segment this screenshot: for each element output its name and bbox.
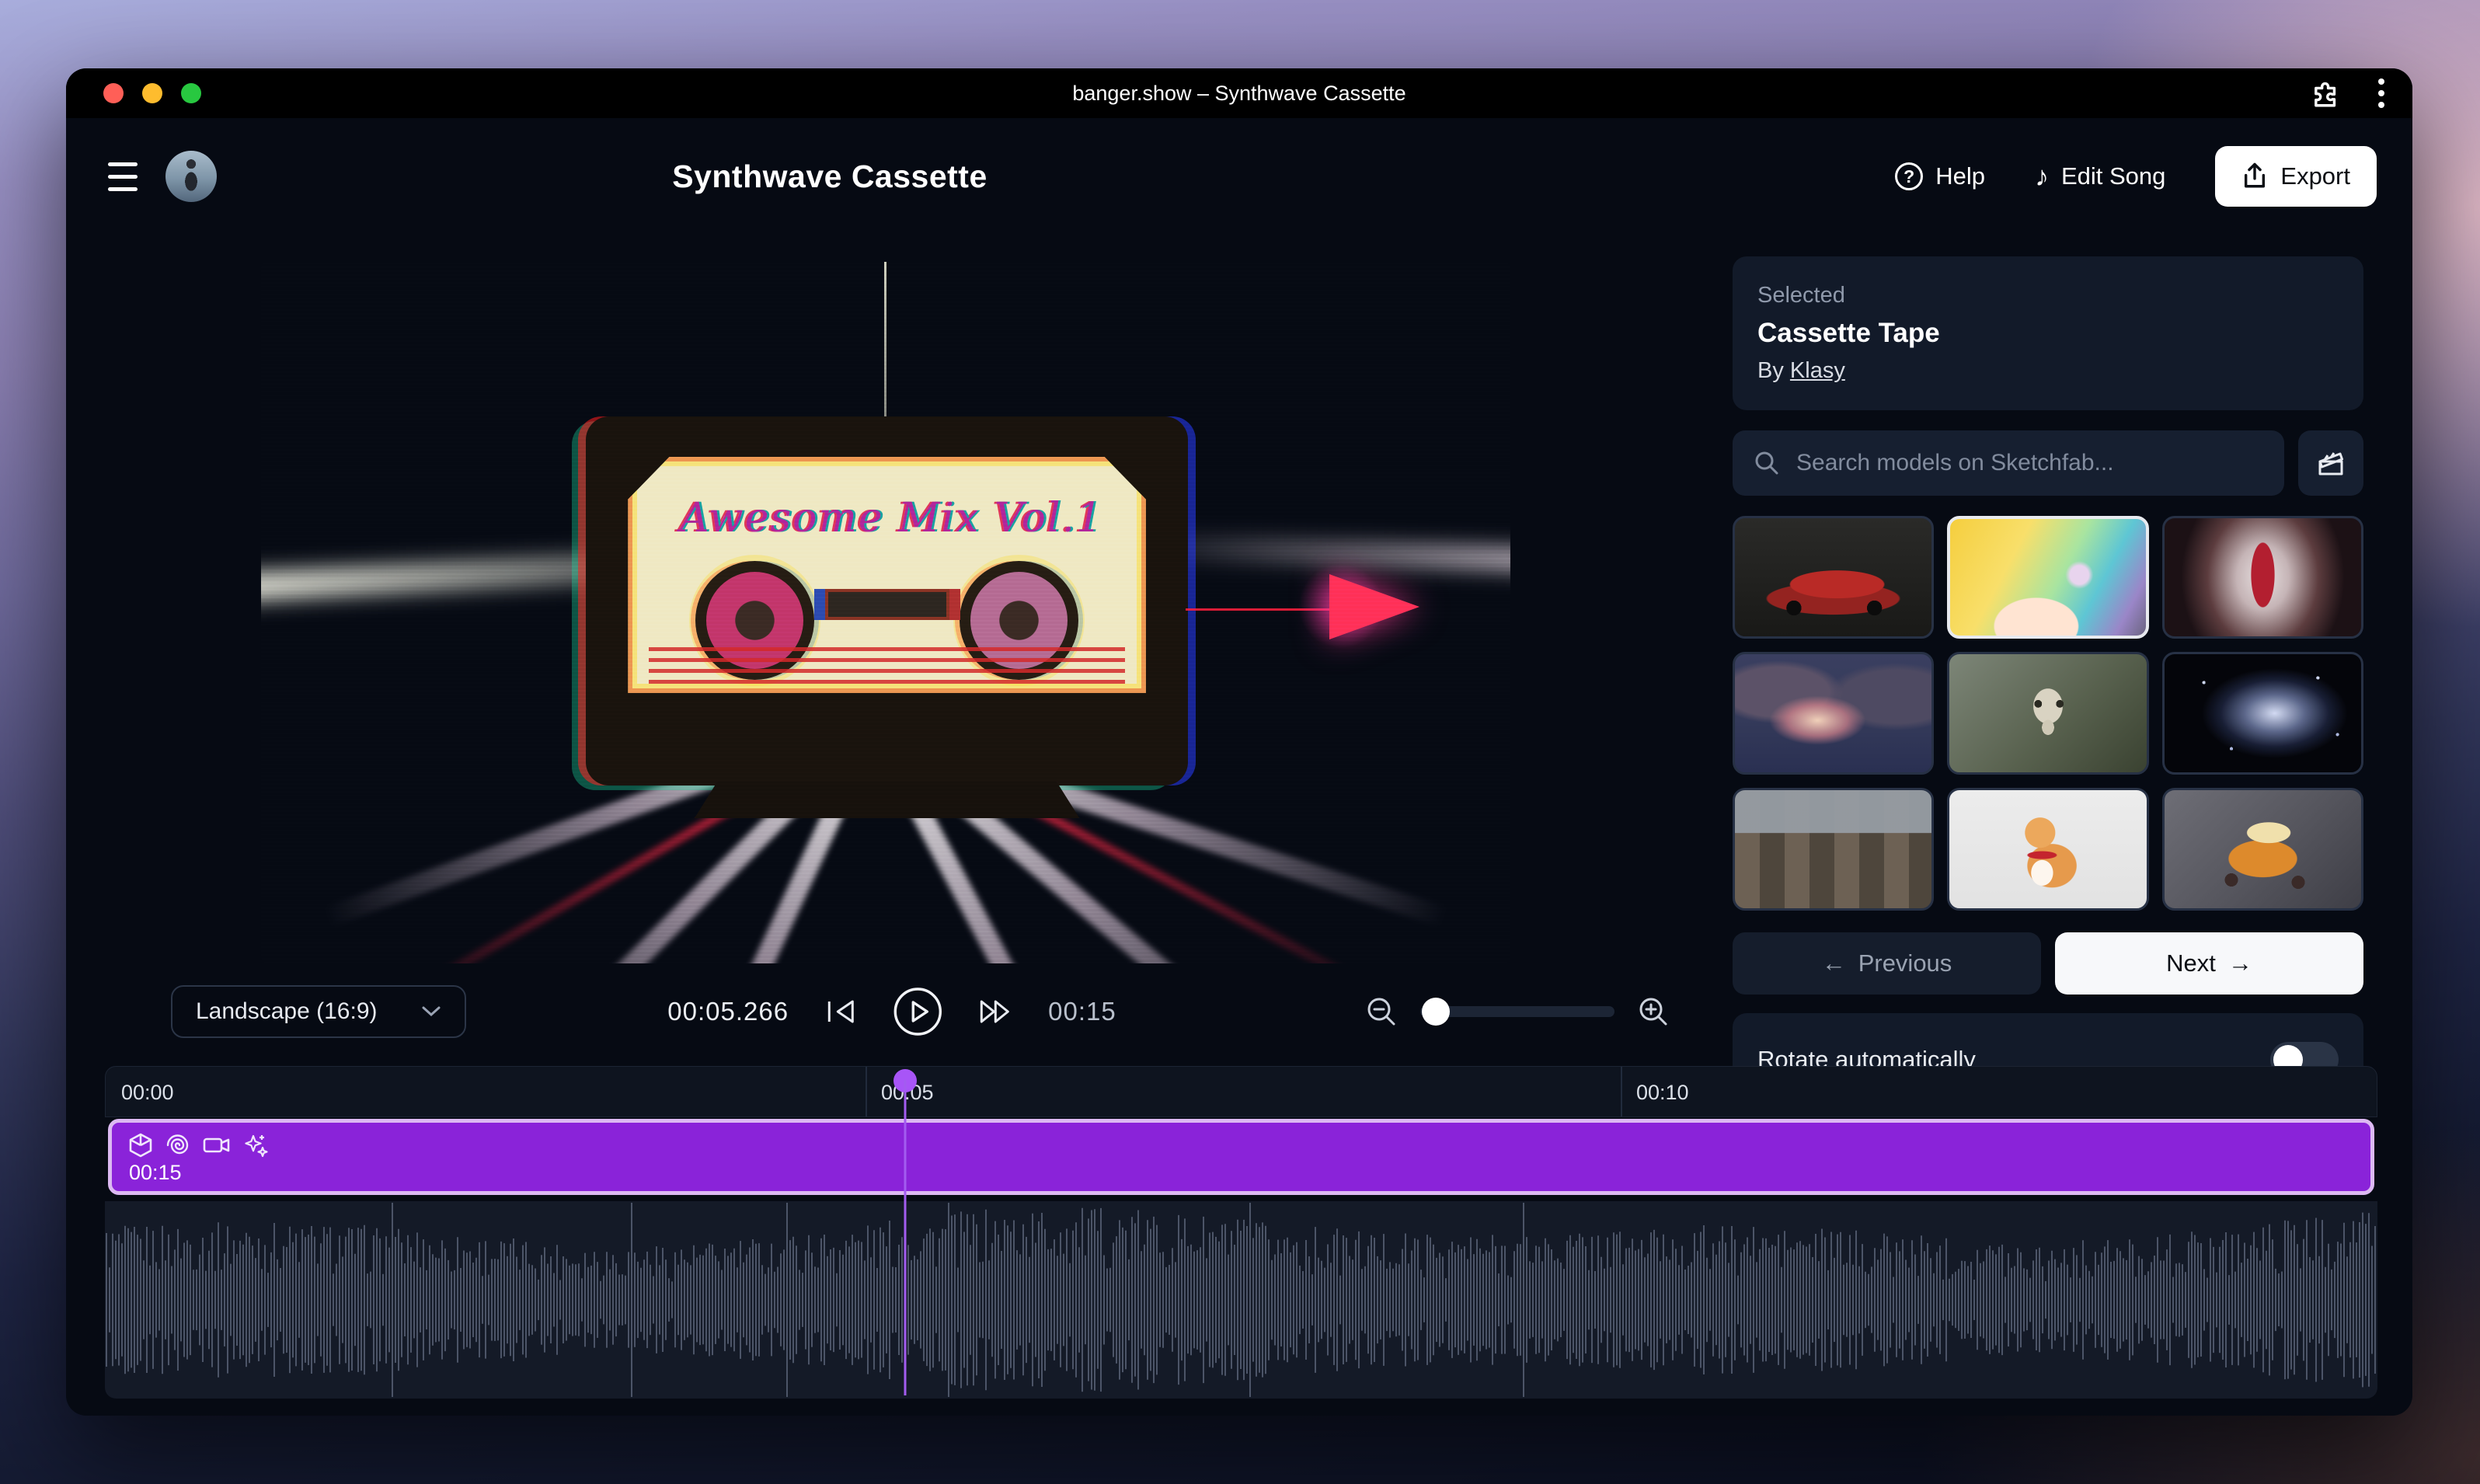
chevron-down-icon <box>421 1005 441 1018</box>
current-time: 00:05.266 <box>667 997 789 1026</box>
close-window-button[interactable] <box>103 83 124 103</box>
model-thumbnail-shiba-dog[interactable] <box>1947 788 2148 911</box>
model-thumbnail-storm-clouds[interactable] <box>1733 652 1934 775</box>
search-icon <box>1753 449 1781 477</box>
selected-model-card: Selected Cassette Tape By Klasy <box>1733 256 2363 410</box>
ruler-tick: 00:00 <box>121 1081 174 1105</box>
export-upload-icon <box>2241 162 2268 191</box>
rewind-button[interactable] <box>824 998 857 1025</box>
help-icon: ? <box>1895 162 1923 190</box>
model-thumbnail-fantasy-warrior[interactable] <box>2162 516 2363 639</box>
spiral-icon <box>165 1132 191 1158</box>
scanline-overlay <box>261 262 1510 963</box>
timeline-ruler[interactable]: 00:00 00:05 00:10 <box>105 1066 2377 1117</box>
next-page-button[interactable]: Next → <box>2055 932 2363 995</box>
zoom-window-button[interactable] <box>181 83 201 103</box>
aspect-ratio-select[interactable]: Landscape (16:9) <box>171 985 466 1038</box>
clapperboard-icon <box>2314 446 2348 480</box>
window-titlebar[interactable]: banger.show – Synthwave Cassette <box>66 68 2412 118</box>
model-thumbnail-toy-car[interactable] <box>2162 788 2363 911</box>
video-camera-icon <box>202 1132 232 1158</box>
arrow-left-icon: ← <box>1822 949 1846 977</box>
model-search-box[interactable] <box>1733 430 2284 496</box>
video-preview-canvas[interactable]: Awesome Mix Vol.1 <box>261 262 1510 963</box>
player-controls: Landscape (16:9) 00:05.266 00:15 <box>105 985 1670 1040</box>
rotate-automatically-toggle[interactable] <box>2270 1042 2339 1066</box>
selected-heading: Selected <box>1757 283 2339 308</box>
export-button[interactable]: Export <box>2215 146 2377 207</box>
sparkles-icon <box>242 1132 269 1158</box>
model-sidebar: Selected Cassette Tape By Klasy <box>1733 256 2363 1066</box>
selected-model-name: Cassette Tape <box>1757 318 2339 349</box>
ruler-divider <box>1621 1067 1622 1116</box>
timeline-panel: 00:00 00:05 00:10 00:15 <box>105 1066 2377 1400</box>
model-thumbnail-skull[interactable] <box>1947 652 2148 775</box>
user-avatar[interactable] <box>165 151 217 202</box>
previous-page-button[interactable]: ← Previous <box>1733 932 2041 995</box>
clip-track-icons <box>127 1132 269 1158</box>
cube-3d-icon <box>127 1132 154 1158</box>
clapperboard-button[interactable] <box>2298 430 2363 496</box>
zoom-slider-knob[interactable] <box>1422 998 1450 1026</box>
playhead-knob[interactable] <box>893 1069 917 1092</box>
model-thumbnail-spiral-galaxy[interactable] <box>2162 652 2363 775</box>
rotate-automatically-label: Rotate automatically <box>1757 1046 1976 1066</box>
ruler-divider <box>866 1067 867 1116</box>
rotate-setting-card: Rotate automatically <box>1733 1013 2363 1066</box>
music-note-icon: ♪ <box>2035 160 2049 193</box>
extension-puzzle-icon[interactable] <box>2307 77 2339 110</box>
window-title: banger.show – Synthwave Cassette <box>1072 82 1405 106</box>
search-input[interactable] <box>1796 450 2264 476</box>
traffic-lights <box>103 83 201 103</box>
clip-duration-label: 00:15 <box>129 1161 182 1185</box>
fast-forward-button[interactable] <box>978 998 1012 1025</box>
arrow-right-icon: → <box>2228 949 2252 977</box>
help-button[interactable]: ? Help <box>1895 162 1985 190</box>
total-duration: 00:15 <box>1048 997 1116 1026</box>
app-header: Synthwave Cassette ? Help ♪ Edit Song Ex… <box>66 118 2412 235</box>
scene-clip[interactable]: 00:15 <box>108 1119 2374 1195</box>
audio-waveform[interactable] <box>105 1201 2377 1399</box>
timeline-zoom-slider[interactable] <box>1420 1006 1614 1017</box>
author-link[interactable]: Klasy <box>1790 358 1845 383</box>
play-button[interactable] <box>893 987 942 1036</box>
app-window: banger.show – Synthwave Cassette Synthwa… <box>66 68 2412 1416</box>
ruler-tick: 00:10 <box>1636 1081 1689 1105</box>
project-title: Synthwave Cassette <box>672 159 987 195</box>
model-thumbnail-abandoned-city[interactable] <box>1733 788 1934 911</box>
zoom-out-icon[interactable] <box>1364 995 1398 1029</box>
minimize-window-button[interactable] <box>142 83 162 103</box>
zoom-in-icon[interactable] <box>1636 995 1670 1029</box>
edit-song-button[interactable]: ♪ Edit Song <box>2035 160 2165 193</box>
selected-model-author: By Klasy <box>1757 358 2339 384</box>
menu-hamburger-icon[interactable] <box>102 156 144 197</box>
browser-menu-icon[interactable] <box>2374 74 2389 113</box>
model-grid <box>1733 516 2363 911</box>
model-thumbnail-red-sports-car[interactable] <box>1733 516 1934 639</box>
model-thumbnail-anime-girl[interactable] <box>1947 516 2148 639</box>
